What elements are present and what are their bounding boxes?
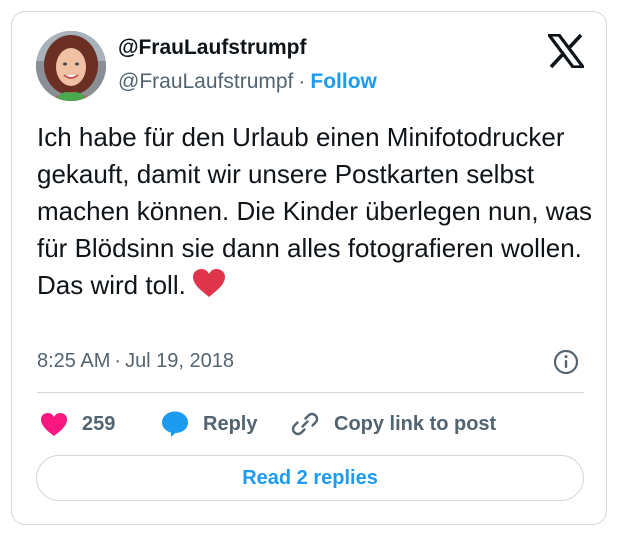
tweet-time: 8:25 AM xyxy=(37,350,111,372)
tweet-text: Ich habe für den Urlaub einen Minifotodr… xyxy=(37,119,597,308)
copy-link-label: Copy link to post xyxy=(334,412,497,435)
follow-button[interactable]: Follow xyxy=(310,70,377,93)
tweet-body: Ich habe für den Urlaub einen Minifotodr… xyxy=(37,122,593,300)
x-logo-icon[interactable] xyxy=(545,33,587,69)
like-count: 259 xyxy=(82,412,116,435)
tweet-timestamp[interactable]: 8:25 AM · Jul 19, 2018 xyxy=(37,350,234,373)
copy-link-button[interactable]: Copy link to post xyxy=(290,408,496,440)
reply-button[interactable]: Reply xyxy=(161,408,257,440)
profile-photo-avatar xyxy=(36,31,106,101)
author-display-name[interactable]: @FrauLaufstrumpf xyxy=(118,36,306,60)
red-heart-emoji xyxy=(192,268,226,308)
read-replies-label: Read 2 replies xyxy=(242,466,378,489)
handle-separator: · xyxy=(298,70,306,93)
reply-label: Reply xyxy=(203,412,258,435)
author-avatar[interactable] xyxy=(36,31,106,101)
like-button[interactable]: 259 xyxy=(40,408,115,440)
author-handle[interactable]: @FrauLaufstrumpf xyxy=(118,70,293,93)
divider xyxy=(37,392,584,393)
heart-icon xyxy=(41,412,67,436)
link-icon xyxy=(291,412,319,436)
info-icon[interactable] xyxy=(553,349,579,375)
author-handle-row: @FrauLaufstrumpf · Follow xyxy=(118,70,377,94)
timestamp-separator: · xyxy=(114,350,122,372)
speech-bubble-icon xyxy=(162,411,188,437)
tweet-date: Jul 19, 2018 xyxy=(125,350,235,372)
read-replies-button[interactable]: Read 2 replies xyxy=(36,455,584,501)
